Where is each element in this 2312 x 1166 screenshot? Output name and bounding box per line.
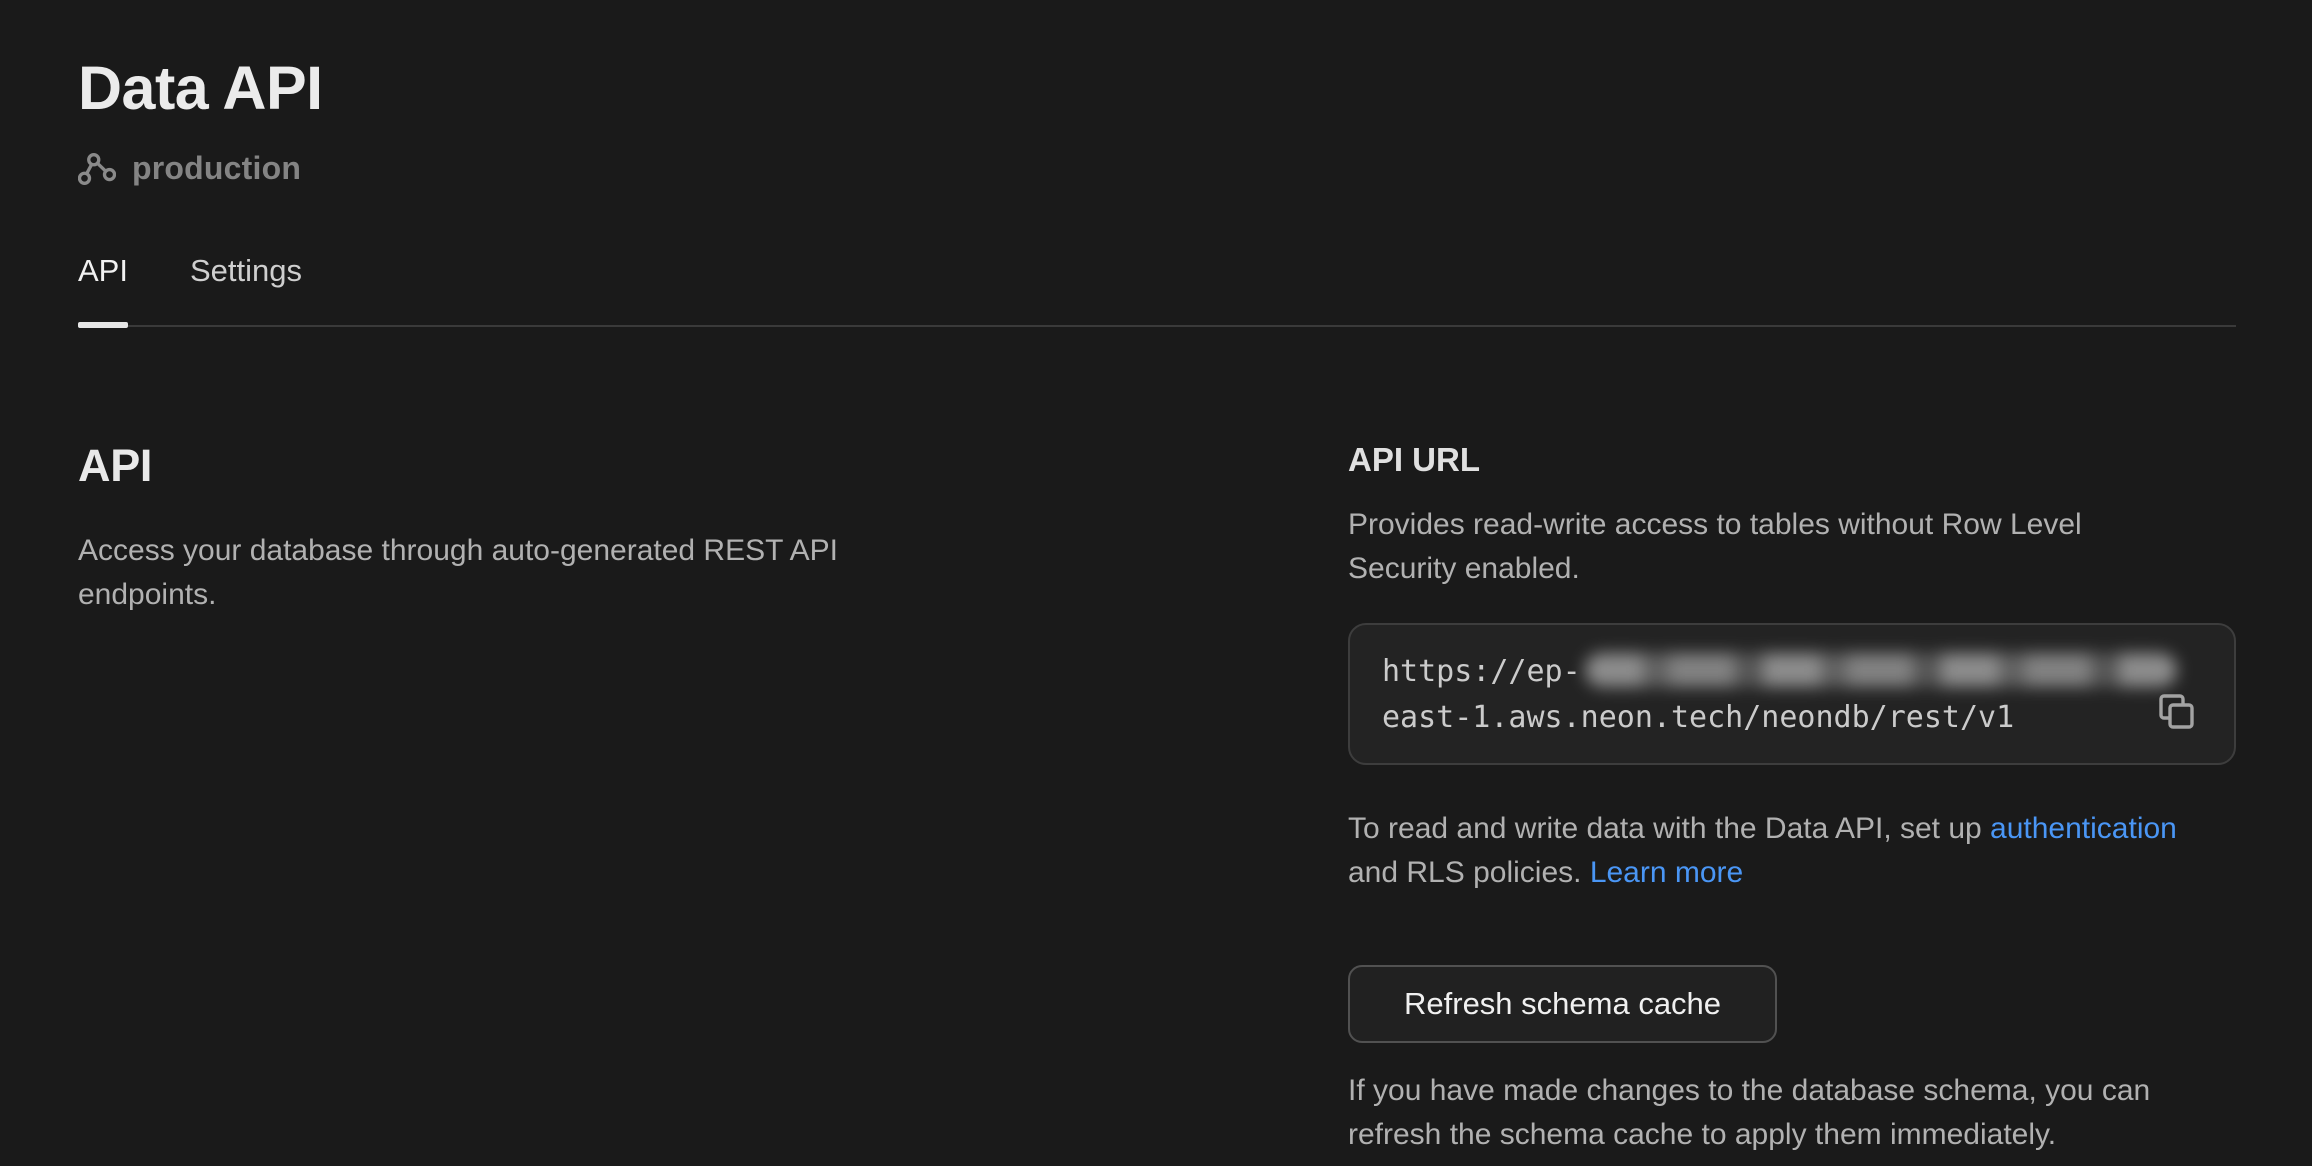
tab-settings-label: Settings [190, 253, 302, 288]
auth-note-line1: To read and write data with the Data API… [1348, 812, 1990, 845]
active-tab-indicator [78, 322, 128, 328]
authentication-link[interactable]: authentication [1990, 812, 2177, 845]
api-url-line2: east-1.aws.neon.tech/neondb/rest/v1 [1382, 695, 2202, 741]
redacted-url-segment [1585, 653, 2177, 687]
schema-cache-description: If you have made changes to the database… [1348, 1069, 2236, 1157]
learn-more-link[interactable]: Learn more [1590, 856, 1743, 889]
page-title: Data API [78, 50, 2236, 126]
content-area: API Access your database through auto-ge… [78, 439, 2236, 1157]
branch-row: production [78, 150, 2236, 187]
refresh-schema-cache-button[interactable]: Refresh schema cache [1348, 965, 1777, 1043]
branch-icon [78, 152, 116, 186]
branch-name: production [132, 150, 301, 187]
api-url-panel: API URL Provides read-write access to ta… [1348, 439, 2236, 1157]
copy-icon [2154, 691, 2198, 735]
api-url-description: Provides read-write access to tables wit… [1348, 503, 2236, 591]
api-url-line1: https://ep- [1382, 649, 2202, 695]
auth-note: To read and write data with the Data API… [1348, 807, 2236, 895]
api-url-heading: API URL [1348, 439, 2236, 481]
api-url-code-box: https://ep- east-1.aws.neon.tech/neondb/… [1348, 623, 2236, 765]
api-section: API Access your database through auto-ge… [78, 439, 1348, 1157]
tab-api[interactable]: API [78, 251, 128, 325]
section-heading: API [78, 439, 1348, 493]
copy-url-button[interactable] [2154, 691, 2198, 735]
tab-api-label: API [78, 253, 128, 288]
tab-settings[interactable]: Settings [190, 251, 302, 325]
section-description: Access your database through auto-genera… [78, 529, 958, 617]
data-api-page: Data API production API Settings API [0, 0, 2312, 1166]
auth-note-line2: and RLS policies. [1348, 856, 1590, 889]
tab-bar: API Settings [78, 251, 2236, 327]
